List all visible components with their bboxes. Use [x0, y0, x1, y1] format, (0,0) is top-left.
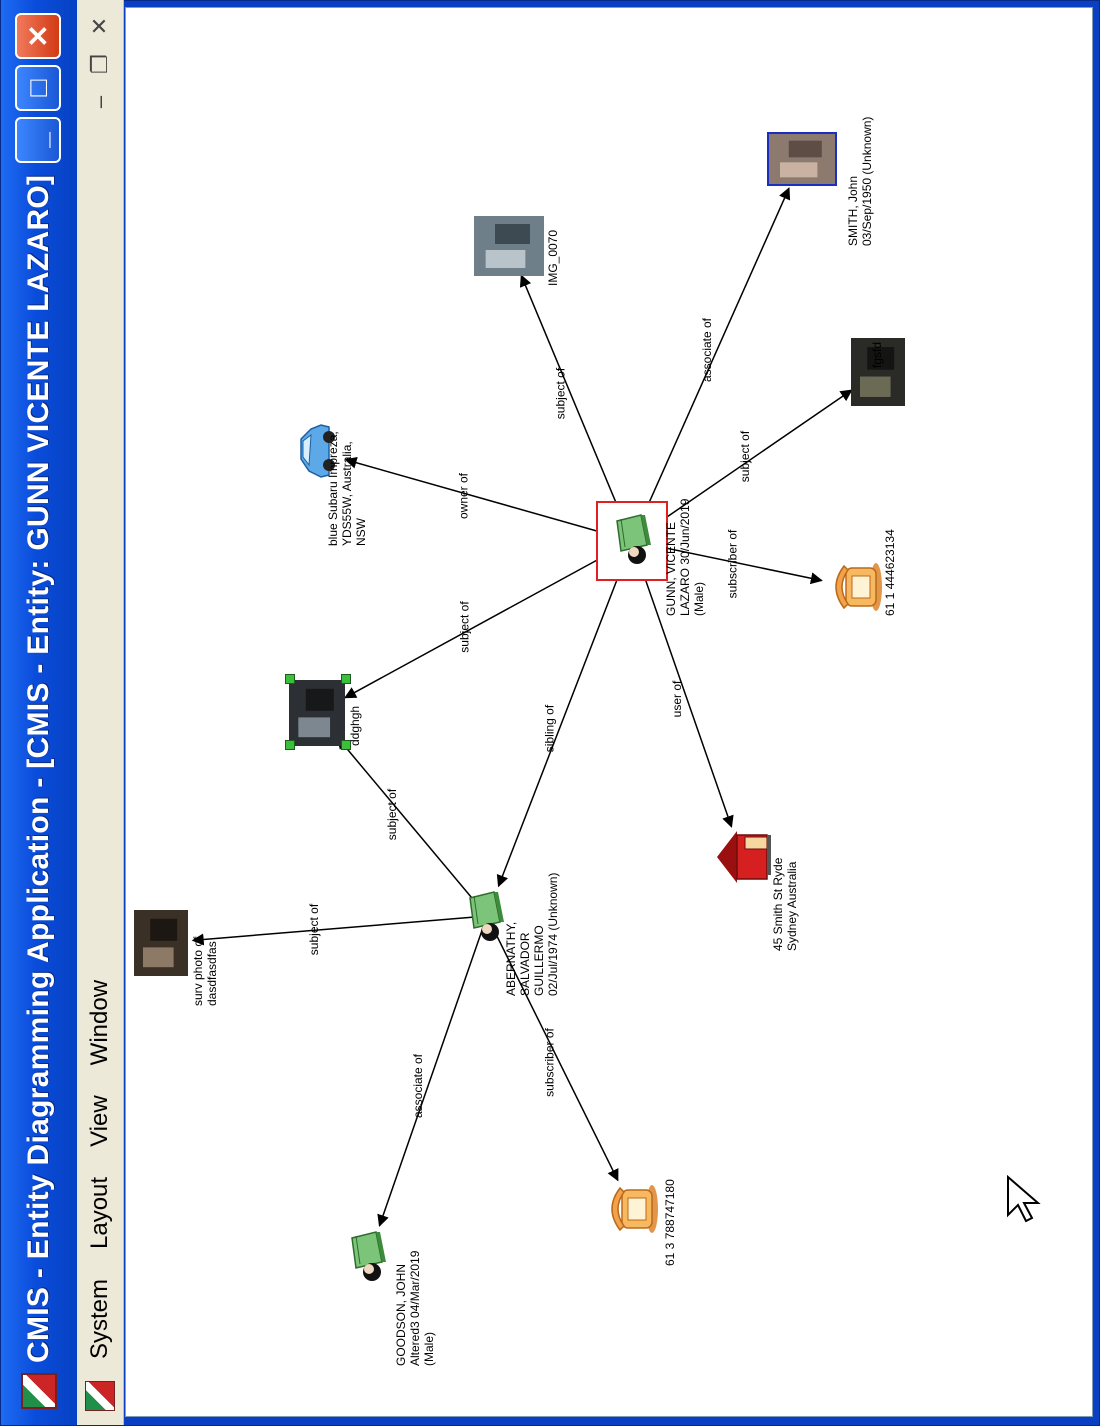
node-gunn[interactable]	[596, 501, 668, 581]
telephone-icon	[828, 560, 882, 614]
node-label-line: LAZARO 30/Jun/2019	[678, 498, 692, 616]
maximize-button[interactable]: □	[15, 65, 61, 111]
telephone-icon	[604, 1182, 660, 1236]
edge-abernathy-survphoto[interactable]	[191, 915, 488, 946]
application-window: CMIS - Entity Diagramming Application - …	[0, 0, 1100, 1426]
diagram-canvas[interactable]: associate of subject of owner of subject of…	[125, 7, 1093, 1417]
edge-label: sibling of	[543, 704, 557, 752]
node-label-survphoto: surv photo of dasdfasdfas	[191, 937, 219, 1006]
node-label-phone2: 61 3 788747180	[663, 1179, 677, 1266]
node-label-line: dasdfasdfas	[205, 941, 219, 1006]
edge-label: associate of	[700, 317, 714, 382]
node-label-line: fgsfd	[870, 341, 884, 368]
edge-abernathy-goodson[interactable]	[377, 915, 488, 1227]
window-controls: _ □ ✕	[15, 13, 61, 163]
person-icon	[466, 890, 508, 942]
photo-thumbnail	[769, 134, 835, 184]
close-button[interactable]: ✕	[15, 13, 61, 59]
photo-thumbnail	[289, 680, 345, 746]
document-close-button[interactable]: ✕	[83, 9, 117, 43]
node-label-line: ABERNATHY,	[504, 921, 518, 996]
edge-label: subscriber of	[543, 1027, 557, 1096]
document-minimize-button[interactable]: –	[83, 85, 117, 119]
menu-view[interactable]: View	[86, 1083, 114, 1159]
window-title: CMIS - Entity Diagramming Application - …	[22, 174, 55, 1363]
node-label-line: SMITH, John	[846, 175, 860, 246]
node-img0070[interactable]	[474, 216, 544, 276]
node-label-phone1: 61 1 444623134	[883, 529, 897, 616]
node-label-line: (Male)	[422, 1331, 436, 1366]
edge-label: subject of	[738, 430, 752, 482]
resize-handle[interactable]	[285, 674, 295, 684]
edge-label: subject of	[307, 903, 321, 955]
menu-system[interactable]: System	[86, 1267, 114, 1371]
photo-thumbnail	[134, 910, 188, 976]
node-label-line: GOODSON, JOHN	[394, 1263, 408, 1366]
node-label-line: 03/Sep/1950 (Unknown)	[860, 116, 874, 246]
node-label-line: 61 1 444623134	[883, 529, 897, 616]
node-label-goodson: GOODSON, JOHN Altered3 04/Mar/2019 (Male)	[394, 1251, 436, 1366]
document-restore-button[interactable]: ❐	[83, 47, 117, 81]
node-label-fgsfd: fgsfd	[870, 342, 884, 368]
node-phone1[interactable]	[828, 560, 882, 614]
edge-label: subject of	[385, 788, 399, 840]
node-label-line: 61 3 788747180	[663, 1179, 677, 1266]
resize-handle[interactable]	[285, 740, 295, 750]
title-bar[interactable]: CMIS - Entity Diagramming Application - …	[1, 0, 77, 1425]
minimize-button[interactable]: _	[15, 117, 61, 163]
node-label-line: NSW	[354, 518, 368, 546]
node-label-line: IMG_0070	[546, 229, 560, 286]
node-label-line: blue Subaru Impreza,	[326, 431, 340, 546]
node-smith[interactable]	[767, 132, 837, 186]
node-label-line: GUNN, VICENTE	[664, 521, 678, 616]
node-label-subaru: blue Subaru Impreza, YDS55W, Australia, NS…	[326, 431, 368, 546]
edge-gunn-subaru[interactable]	[344, 456, 633, 542]
node-label-img0070: IMG_0070	[546, 230, 560, 286]
edge-label: subscriber of	[726, 529, 740, 598]
node-label-line: surv photo of	[191, 936, 205, 1006]
node-label-line: Sydney Australia	[785, 861, 799, 951]
node-label-line: 45 Smith St Ryde	[771, 857, 785, 951]
resize-handle[interactable]	[341, 674, 351, 684]
edge-label: user of	[670, 680, 684, 717]
node-label-line: ddghgh	[348, 705, 362, 746]
photo-thumbnail	[474, 216, 544, 276]
node-label-line: Altered3 04/Mar/2019	[408, 1250, 422, 1366]
edge-gunn-ddghgh[interactable]	[344, 540, 633, 699]
node-label-gunn: GUNN, VICENTE LAZARO 30/Jun/2019 (Male)	[664, 499, 706, 616]
menu-bar: System Layout View Window – ❐ ✕	[77, 0, 124, 1425]
edge-label: owner of	[457, 472, 471, 519]
person-icon	[613, 513, 655, 565]
app-icon[interactable]	[21, 1373, 57, 1409]
menu-layout[interactable]: Layout	[86, 1165, 114, 1261]
node-label-abernathy: ABERNATHY, SALVADOR GUILLERMO 02/Jul/1974 (…	[504, 873, 560, 996]
node-label-line: (Male)	[692, 581, 706, 616]
document-icon[interactable]	[85, 1381, 115, 1411]
edge-gunn-abernathy[interactable]	[496, 540, 633, 888]
node-label-line: SALVADOR	[518, 932, 532, 996]
mouse-cursor-icon	[1007, 1175, 1041, 1223]
menu-window[interactable]: Window	[86, 968, 114, 1077]
person-icon	[348, 1230, 390, 1282]
node-phone2[interactable]	[604, 1182, 660, 1236]
node-label-ddghgh: ddghgh	[348, 706, 362, 746]
node-label-line: 02/Jul/1974 (Unknown)	[546, 872, 560, 996]
node-goodson[interactable]	[346, 1226, 392, 1286]
node-label-line: GUILLERMO	[532, 925, 546, 996]
edge-label: associate of	[411, 1053, 425, 1118]
node-label-smith: SMITH, John 03/Sep/1950 (Unknown)	[846, 117, 874, 246]
node-label-line: YDS55W, Australia,	[340, 441, 354, 546]
node-label-address: 45 Smith St Ryde Sydney Australia	[771, 858, 799, 951]
edge-label: subject of	[554, 367, 568, 419]
edge-label: subject of	[458, 601, 472, 653]
house-icon	[711, 825, 773, 889]
document-controls: – ❐ ✕	[83, 9, 117, 119]
node-address[interactable]	[711, 825, 773, 889]
node-ddghgh[interactable]	[285, 674, 351, 750]
node-survphoto[interactable]	[134, 910, 188, 976]
